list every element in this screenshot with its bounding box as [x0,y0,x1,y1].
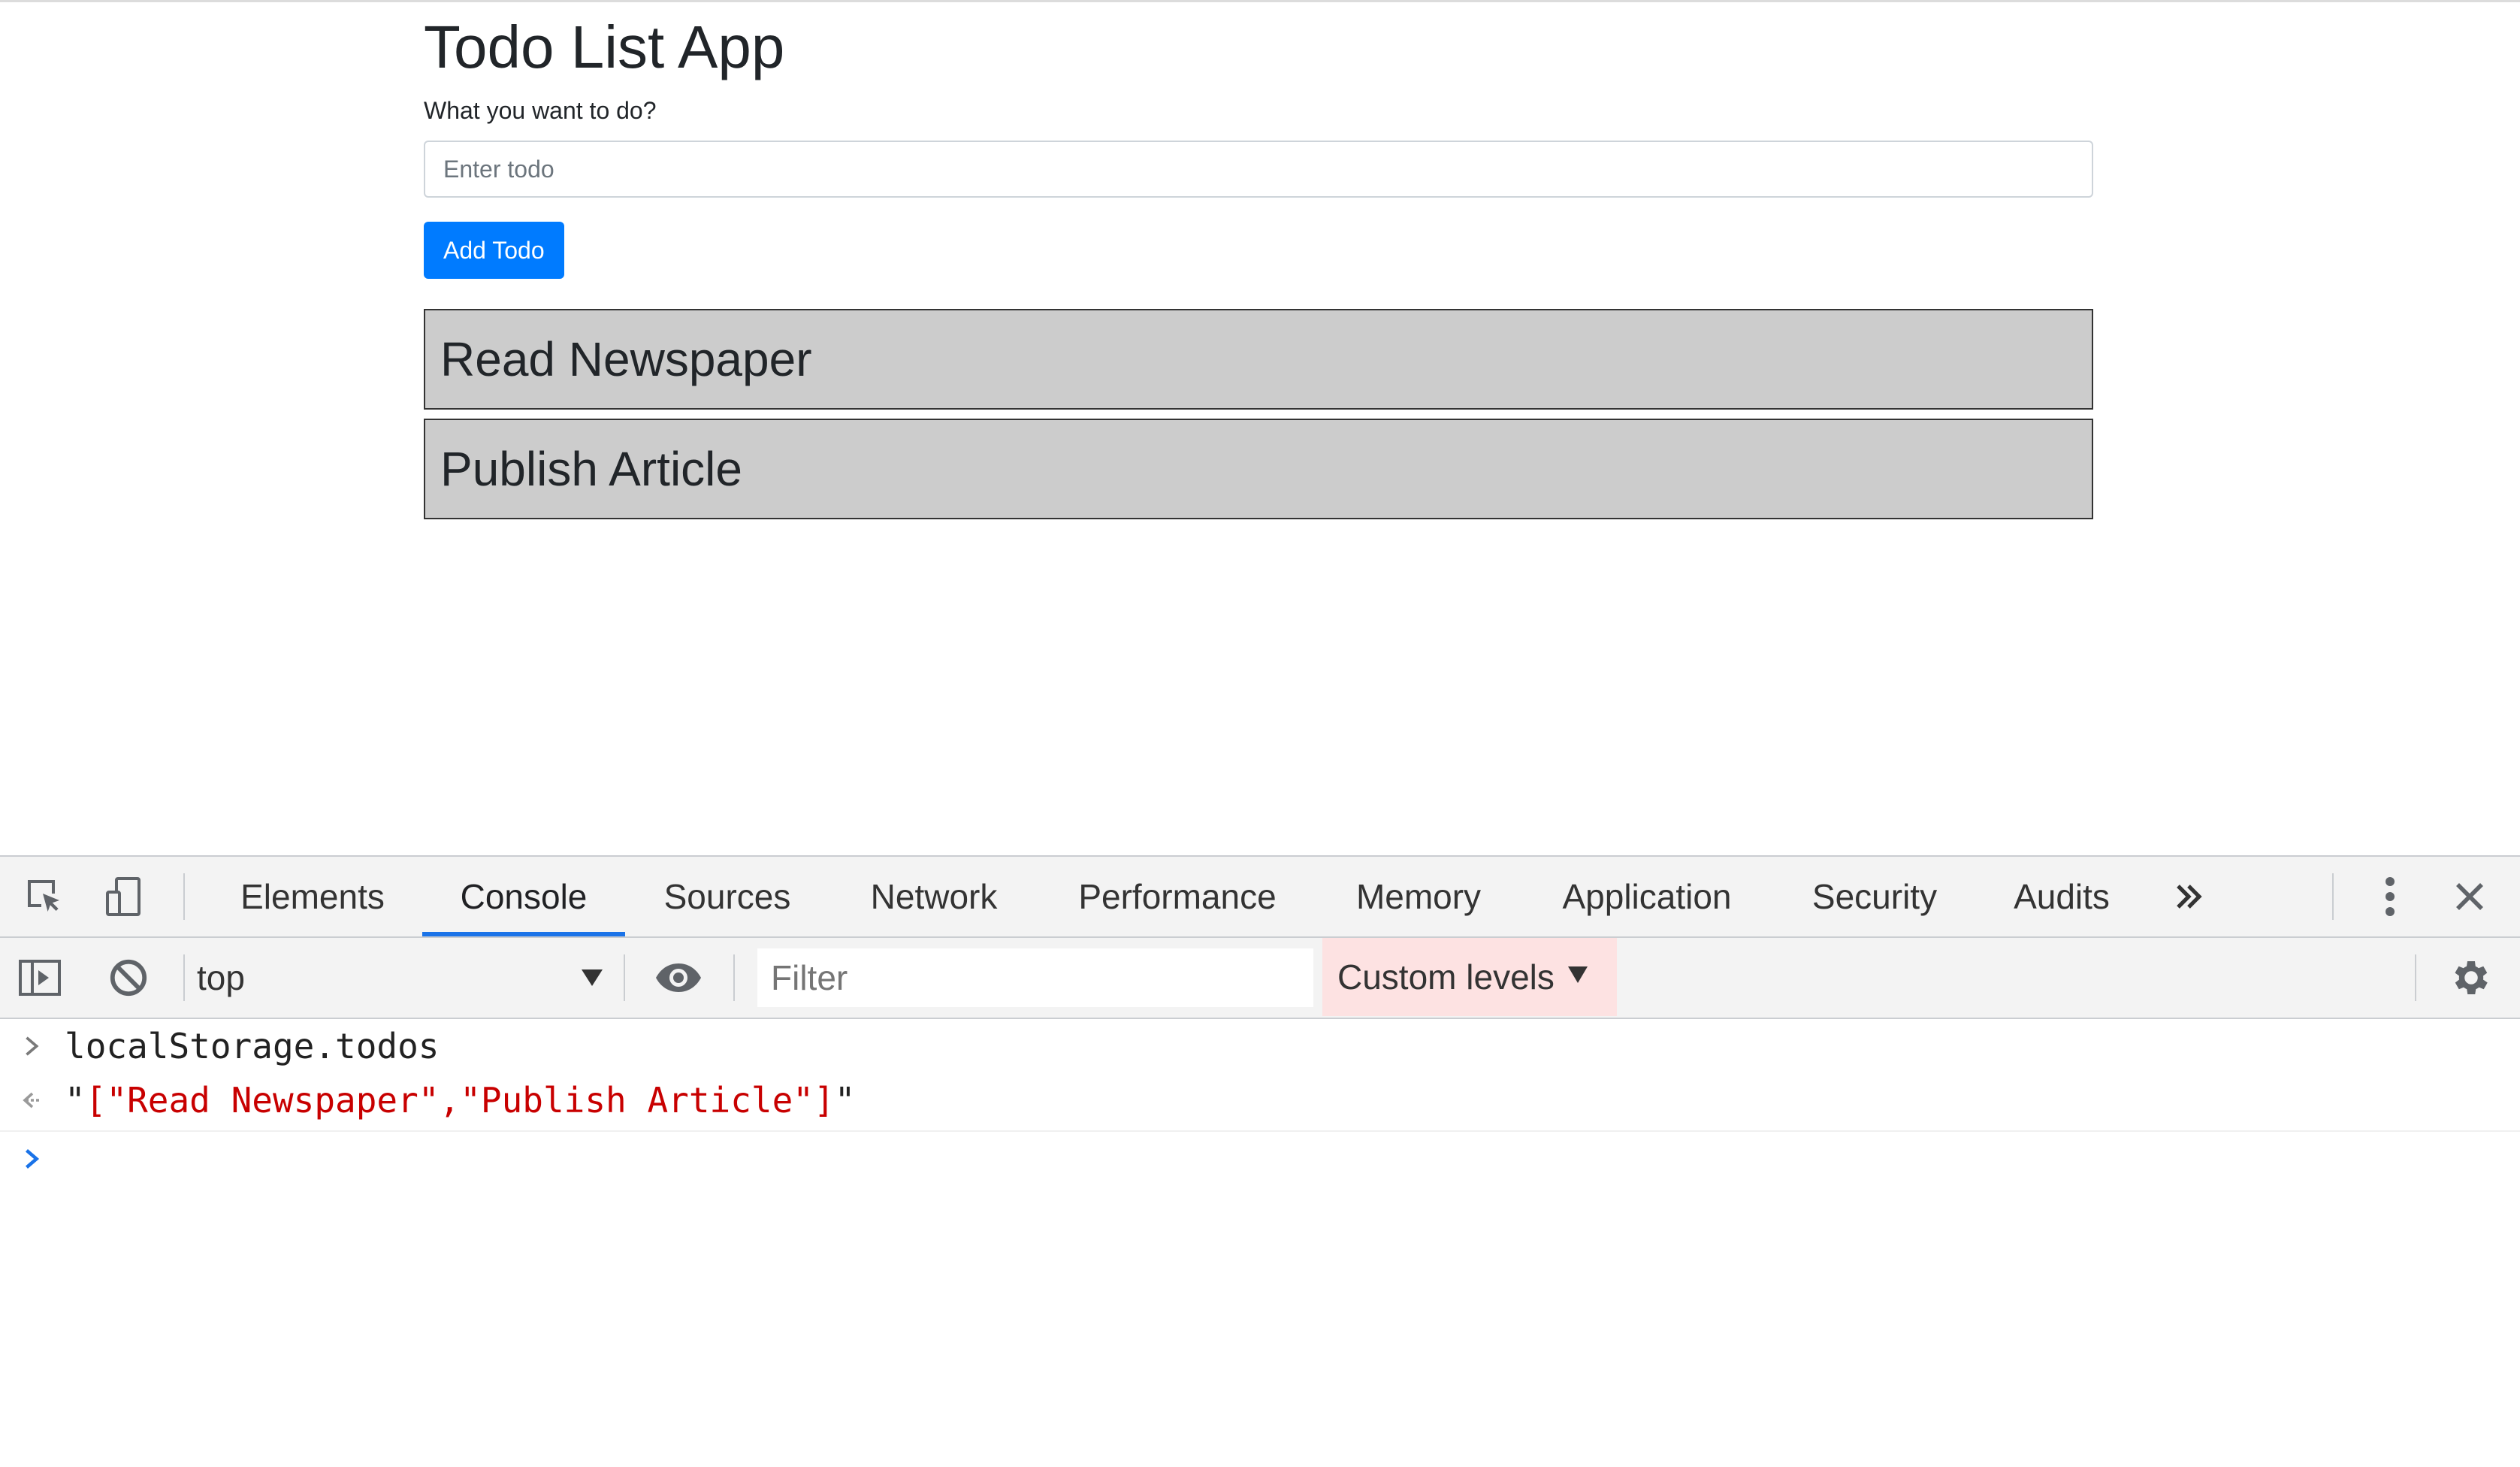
console-input-line: localStorage.todos [0,1019,2520,1073]
console-toolbar: top Custom levels [0,938,2520,1019]
console-result-value: "["Read Newspaper","Publish Article"]" [65,1080,855,1121]
clear-console-icon[interactable] [104,953,153,1003]
live-expression-eye-icon[interactable] [654,953,703,1003]
page-viewport: Todo List App What you want to do? Add T… [0,0,2520,855]
tab-sources[interactable]: Sources [636,857,819,936]
console-filter-input[interactable] [757,948,1313,1007]
dropdown-arrow-icon [582,969,603,986]
result-arrow-icon [0,1073,65,1127]
execution-context-value: top [197,958,245,997]
tab-security[interactable]: Security [1782,857,1967,936]
tab-memory[interactable]: Memory [1322,857,1515,936]
tab-application[interactable]: Application [1537,857,1757,936]
todo-item[interactable]: Publish Article [424,419,2093,519]
page-title: Todo List App [424,14,785,80]
todo-item[interactable]: Read Newspaper [424,309,2093,410]
close-icon[interactable] [2445,872,2494,921]
tab-network[interactable]: Network [838,857,1029,936]
toolbar-separator [2415,954,2416,1001]
toolbar-separator [733,954,735,1001]
tab-performance[interactable]: Performance [1053,857,1301,936]
todo-list: Read Newspaper Publish Article [424,309,2093,528]
tabbar-separator [2332,873,2334,920]
toolbar-separator [183,954,185,1001]
kebab-menu-icon[interactable] [2365,872,2415,921]
dropdown-arrow-icon [1567,966,1588,983]
chevron-double-right-icon[interactable] [2164,872,2213,921]
string-content: ["Read Newspaper","Publish Article"] [85,1080,835,1121]
tab-elements[interactable]: Elements [212,857,413,936]
console-command-text: localStorage.todos [65,1026,440,1066]
inspect-element-icon[interactable] [20,872,69,921]
devtools-panel: Elements Console Sources Network Perform… [0,855,2520,1465]
string-quote: " [65,1080,86,1121]
log-levels-label: Custom levels [1337,957,1555,997]
device-toolbar-icon[interactable] [99,872,149,921]
console-result-line: "["Read Newspaper","Publish Article"]" [0,1073,2520,1127]
tabbar-separator [183,873,185,920]
console-sidebar-icon[interactable] [15,953,65,1003]
console-prompt-line[interactable] [0,1132,2520,1186]
string-quote: " [834,1080,856,1121]
tab-audits[interactable]: Audits [1994,857,2129,936]
log-levels-dropdown[interactable]: Custom levels [1322,938,1617,1016]
chevron-right-icon [0,1019,65,1073]
todo-input[interactable] [424,141,2093,198]
console-messages[interactable]: localStorage.todos "["Read Newspaper","P… [0,1019,2520,1467]
prompt-chevron-icon [0,1132,65,1186]
add-todo-button[interactable]: Add Todo [424,222,564,279]
tab-console[interactable]: Console [422,857,625,936]
devtools-tabbar: Elements Console Sources Network Perform… [0,857,2520,938]
execution-context-select[interactable]: top [197,950,603,1006]
todo-input-label: What you want to do? [424,97,657,124]
gear-icon[interactable] [2446,953,2496,1003]
toolbar-separator [624,954,625,1001]
